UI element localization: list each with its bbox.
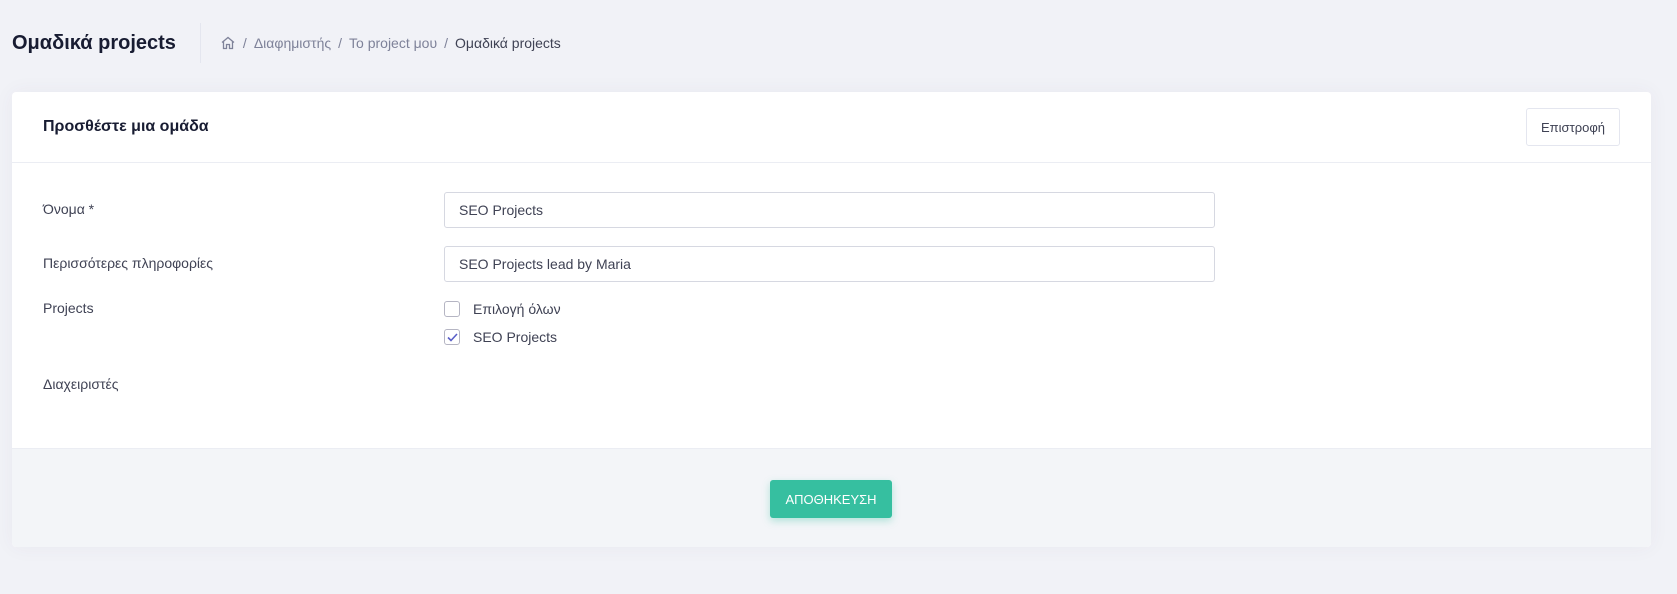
select-all-option[interactable]: Επιλογή όλων: [444, 301, 561, 317]
breadcrumb-item-my-project[interactable]: Το project μου: [349, 35, 437, 51]
breadcrumb-item-group-projects: Ομαδικά projects: [455, 35, 561, 51]
breadcrumb-item-advertiser[interactable]: Διαφημιστής: [254, 35, 331, 51]
home-icon[interactable]: [220, 35, 236, 51]
name-field[interactable]: [444, 192, 1215, 228]
back-button[interactable]: Επιστροφή: [1526, 108, 1620, 146]
breadcrumb: / Διαφημιστής / Το project μου / Ομαδικά…: [220, 35, 561, 51]
seo-projects-checkbox[interactable]: [444, 329, 460, 345]
managers-label: Διαχειριστές: [43, 376, 119, 392]
projects-label: Projects: [43, 300, 94, 316]
info-field[interactable]: [444, 246, 1215, 282]
card-footer: ΑΠΟΘΗΚΕΥΣΗ: [12, 448, 1651, 547]
breadcrumb-separator: /: [338, 35, 343, 51]
save-button[interactable]: ΑΠΟΘΗΚΕΥΣΗ: [770, 480, 892, 518]
select-all-checkbox[interactable]: [444, 301, 460, 317]
seo-projects-label: SEO Projects: [473, 329, 558, 345]
card-body: Όνομα * Περισσότερες πληροφορίες Project…: [12, 163, 1651, 448]
select-all-label: Επιλογή όλων: [473, 301, 561, 317]
check-icon: [446, 332, 458, 342]
add-group-card: Προσθέστε μια ομάδα Επιστροφή Όνομα * Πε…: [12, 92, 1651, 547]
info-label: Περισσότερες πληροφορίες: [43, 255, 214, 271]
breadcrumb-separator: /: [242, 35, 247, 51]
card-header: Προσθέστε μια ομάδα Επιστροφή: [12, 92, 1651, 163]
project-option-seo[interactable]: SEO Projects: [444, 329, 557, 345]
breadcrumb-separator: /: [444, 35, 449, 51]
name-label: Όνομα *: [43, 201, 95, 217]
card-title: Προσθέστε μια ομάδα: [43, 118, 209, 135]
subheader: Ομαδικά projects / Διαφημιστής / Το proj…: [0, 0, 1677, 86]
page-title: Ομαδικά projects: [12, 23, 201, 63]
